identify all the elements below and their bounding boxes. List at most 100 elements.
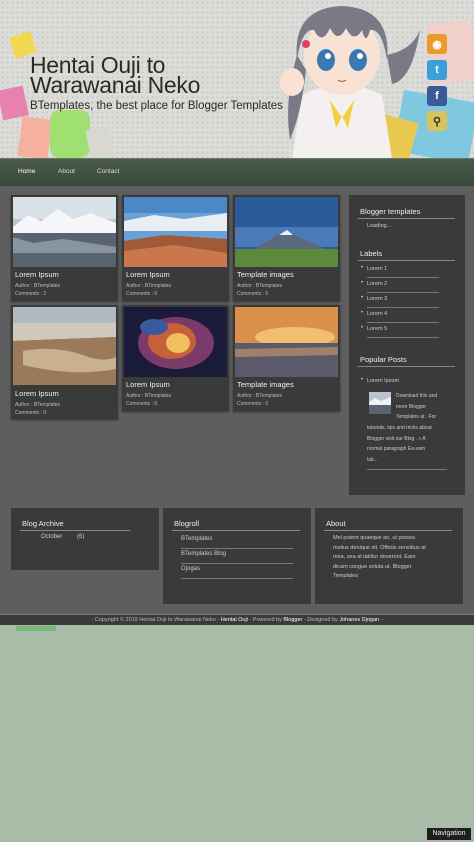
blog-archive-widget: Blog Archive October (6): [11, 508, 159, 570]
label-link[interactable]: Lorem 4: [367, 311, 387, 317]
rss-icon[interactable]: ◉: [427, 34, 447, 54]
sidebar-heading-blogger: Blogger templates: [360, 207, 421, 216]
divider: [367, 292, 439, 293]
blogroll-heading: Blogroll: [174, 519, 200, 528]
divider: [324, 530, 452, 531]
snippet-line: Blogger visit our Blog . » A: [367, 435, 426, 442]
footer-designer-link[interactable]: Johanes Djogan: [339, 617, 379, 623]
post-author: Author : BTemplates: [126, 283, 172, 289]
label-link[interactable]: Lorem 2: [367, 281, 387, 287]
about-line: dicam congue soluta ut. Blogger: [333, 563, 412, 570]
archive-heading: Blog Archive: [22, 519, 64, 528]
popular-snippet: Download this and more Blogger Templates…: [396, 391, 461, 423]
site-footer: - Copyright © 2019 Hentai Ouji to Warawa…: [0, 614, 474, 625]
post-comments[interactable]: Comments : 0: [126, 291, 157, 297]
post-title[interactable]: Lorem Ipsum: [15, 270, 59, 279]
divider: [367, 337, 439, 338]
snippet-line: lab...: [367, 456, 378, 463]
divider: [20, 530, 130, 531]
post-thumbnail[interactable]: [13, 197, 116, 267]
post-comments[interactable]: Comments : 5: [237, 291, 268, 297]
label-link[interactable]: Lorem 3: [367, 296, 387, 302]
footer-text: -: [380, 617, 383, 623]
post-thumbnail[interactable]: [124, 197, 227, 267]
bullet-icon: •: [361, 325, 364, 331]
footer-site-link[interactable]: Hentai Ouji: [221, 617, 248, 623]
post-comments[interactable]: Comments : 0: [15, 410, 46, 416]
post-thumbnail[interactable]: [235, 197, 338, 267]
about-line: mea, sea at labitur deserunt. Eam: [333, 554, 416, 560]
nav-about[interactable]: About: [58, 168, 75, 175]
sticky-note-decoration: [50, 110, 90, 158]
nav-home[interactable]: Home: [18, 168, 35, 175]
snippet-line: tutorials, tips and tricks about: [367, 425, 432, 431]
about-line: Mel putent quaeque an, ut postea: [333, 535, 415, 541]
post-card[interactable]: Template images Author : BTemplates Comm…: [233, 195, 340, 301]
label-link[interactable]: Lorem 1: [367, 266, 387, 272]
sticky-note-decoration: [85, 126, 115, 158]
divider: [181, 578, 293, 579]
blog-title[interactable]: Hentai Ouji to Warawanai Neko: [30, 54, 230, 97]
top-navigation: Home About Contact: [0, 158, 474, 186]
snippet-line: Download this and: [396, 393, 438, 399]
blog-description: BTemplates, the best place for Blogger T…: [30, 100, 283, 112]
popular-post-link[interactable]: Lorem Ipsum: [367, 378, 399, 384]
footer-copyright: - Copyright © 2019 Hentai Ouji to Warawa…: [91, 617, 220, 623]
blogroll-link[interactable]: BTemplates: [181, 536, 212, 542]
blogroll-widget: Blogroll BTemplates BTemplates Blog Ojog…: [163, 508, 311, 604]
popular-post-thumbnail[interactable]: [369, 392, 391, 414]
archive-month[interactable]: October: [41, 534, 62, 540]
anime-girl-illustration: [280, 6, 420, 158]
post-title[interactable]: Lorem Ipsum: [126, 380, 170, 389]
post-card[interactable]: Lorem Ipsum Author : BTemplates Comments…: [11, 195, 118, 301]
label-link[interactable]: Lorem 5: [367, 326, 387, 332]
post-card[interactable]: Lorem Ipsum Author : BTemplates Comments…: [122, 195, 229, 301]
post-title[interactable]: Lorem Ipsum: [15, 389, 59, 398]
facebook-icon[interactable]: f: [427, 86, 447, 106]
divider: [358, 366, 455, 367]
footer-badge[interactable]: [16, 626, 56, 631]
post-comments[interactable]: Comments : 2: [15, 291, 46, 297]
post-card[interactable]: Lorem Ipsum Author : BTemplates Comments…: [11, 305, 118, 419]
about-widget: About Mel putent quaeque an, ut postea m…: [315, 508, 463, 604]
sticky-note-decoration: [17, 116, 53, 158]
snippet-line: normal paragraph Ea eam: [367, 446, 426, 452]
about-heading: About: [326, 519, 346, 528]
snippet-line: more Blogger: [396, 403, 427, 410]
post-comments[interactable]: Comments : 0: [126, 401, 157, 407]
nav-contact[interactable]: Contact: [97, 168, 119, 175]
about-line: Templates: [333, 573, 359, 579]
search-icon[interactable]: ⚲: [427, 111, 447, 131]
post-thumbnail[interactable]: [13, 307, 116, 385]
post-thumbnail[interactable]: [124, 307, 227, 377]
divider: [172, 530, 300, 531]
divider: [358, 260, 455, 261]
twitter-icon[interactable]: t: [427, 60, 447, 80]
bullet-icon: •: [361, 280, 364, 286]
bullet-icon: •: [361, 377, 364, 383]
bullet-icon: •: [361, 265, 364, 271]
post-card[interactable]: Template images Author : BTemplates Comm…: [233, 305, 340, 411]
loading-text: Loading...: [367, 223, 392, 229]
post-title[interactable]: Template images: [237, 270, 294, 279]
snippet-line: Templates at . For: [396, 414, 437, 420]
post-author: Author : BTemplates: [237, 393, 283, 399]
sidebar-heading-labels: Labels: [360, 249, 383, 258]
footer-blogger-link[interactable]: Blogger: [283, 617, 302, 623]
sidebar-heading-popular: Popular Posts: [360, 355, 407, 364]
navigation-button[interactable]: Navigation: [427, 828, 471, 840]
post-title[interactable]: Lorem Ipsum: [126, 270, 170, 279]
divider: [367, 277, 439, 278]
archive-count: (6): [77, 534, 85, 540]
blog-header: Hentai Ouji to Warawanai Neko BTemplates…: [0, 0, 474, 158]
post-comments[interactable]: Comments : 0: [237, 401, 268, 407]
blogroll-link[interactable]: BTemplates Blog: [181, 551, 226, 557]
divider: [181, 548, 293, 549]
blogroll-link[interactable]: Ojogas: [181, 566, 200, 572]
post-card[interactable]: Lorem Ipsum Author : BTemplates Comments…: [122, 305, 229, 411]
post-thumbnail[interactable]: [235, 307, 338, 377]
post-author: Author : BTemplates: [15, 402, 61, 408]
post-title[interactable]: Template images: [237, 380, 294, 389]
divider: [367, 322, 439, 323]
divider: [367, 307, 439, 308]
